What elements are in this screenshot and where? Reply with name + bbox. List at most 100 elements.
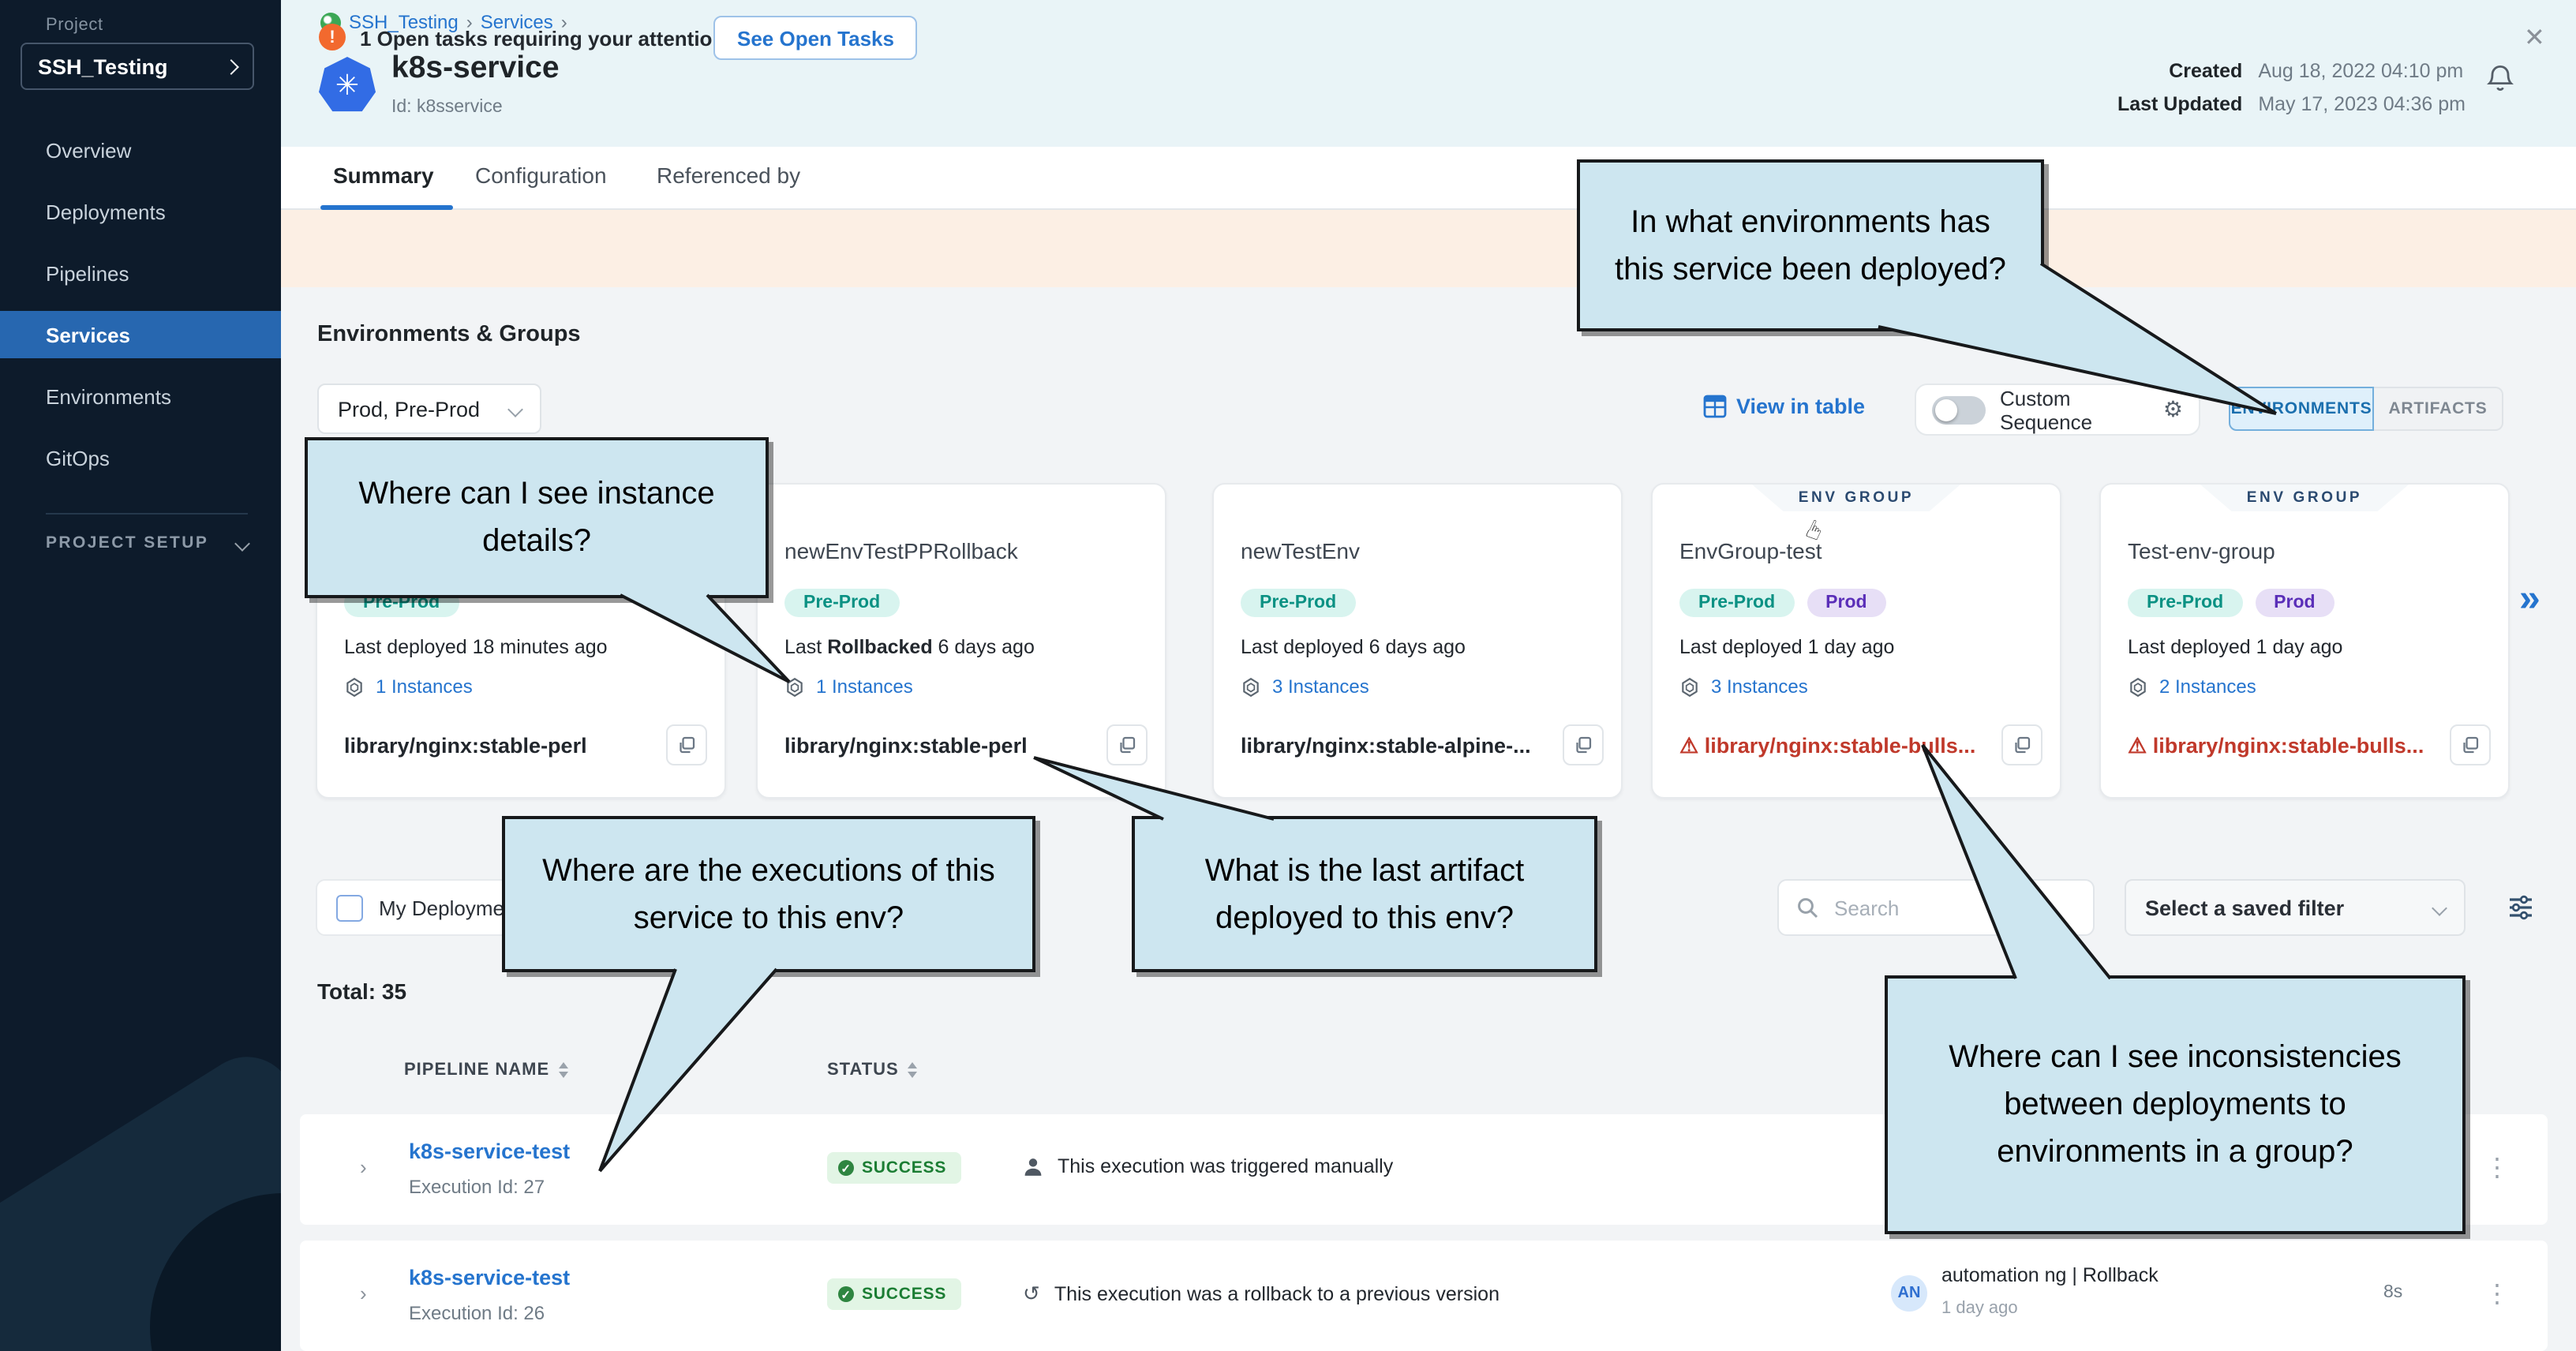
- trigger-note: This execution was triggered manually: [1023, 1155, 1393, 1177]
- sidebar-item-overview[interactable]: Overview: [0, 126, 281, 174]
- chevron-right-icon: [223, 58, 239, 74]
- custom-sequence-toggle[interactable]: [1932, 395, 1986, 424]
- env-card[interactable]: newTestEnv Pre-Prod Last deployed 6 days…: [1212, 483, 1623, 799]
- instances-count: 1 Instances: [376, 676, 473, 698]
- expand-chevron-icon[interactable]: ›: [360, 1155, 367, 1179]
- copy-artifact-button[interactable]: [2001, 724, 2042, 765]
- sidebar-item-deployments[interactable]: Deployments: [0, 188, 281, 235]
- trigger-source: automation ng | Rollback: [1941, 1264, 2159, 1286]
- gear-icon[interactable]: ⚙: [2163, 396, 2183, 423]
- sort-icon: [908, 1062, 918, 1078]
- project-setup-label: PROJECT SETUP: [46, 533, 208, 552]
- trigger-time: 1 day ago: [1941, 1299, 2018, 1318]
- see-open-tasks-button[interactable]: See Open Tasks: [713, 16, 918, 60]
- success-check-icon: ✓: [838, 1286, 854, 1302]
- segment-artifacts[interactable]: ARTIFACTS: [2374, 387, 2503, 431]
- my-deployments-checkbox[interactable]: [336, 894, 363, 921]
- copy-artifact-button[interactable]: [1106, 724, 1148, 765]
- instances-icon: [2128, 676, 2148, 697]
- env-card[interactable]: newEnvTestPPRollback Pre-Prod Last Rollb…: [756, 483, 1166, 799]
- notifications-bell-icon[interactable]: [2484, 63, 2516, 103]
- saved-filter-value: Select a saved filter: [2145, 896, 2344, 919]
- warning-triangle-icon: ⚠: [2128, 734, 2147, 758]
- project-selector[interactable]: SSH_Testing: [21, 43, 254, 90]
- last-deployed-text: Last Rollbacked 6 days ago: [784, 636, 1035, 658]
- callout-artifact-question: What is the last artifact deployed to th…: [1132, 816, 1597, 972]
- env-type-filter-value: Prod, Pre-Prod: [338, 397, 480, 421]
- row-menu-kebab-icon[interactable]: ⋮: [2484, 1278, 2510, 1310]
- chevron-down-icon: [234, 535, 250, 551]
- instances-link[interactable]: 2 Instances: [2128, 676, 2256, 698]
- updated-value: May 17, 2023 04:36 pm: [2258, 93, 2466, 115]
- env-badge-preprod: Pre-Prod: [1241, 589, 1355, 617]
- copy-artifact-button[interactable]: [2450, 724, 2491, 765]
- instances-icon: [1679, 676, 1700, 697]
- instances-link[interactable]: 1 Instances: [344, 676, 473, 698]
- sidebar-item-environments[interactable]: Environments: [0, 372, 281, 420]
- saved-filter-dropdown[interactable]: Select a saved filter: [2125, 879, 2466, 936]
- env-group-tab: ENV GROUP: [1752, 485, 1960, 511]
- env-group-card[interactable]: ENV GROUP Test-env-group Pre-Prod Prod L…: [2099, 483, 2510, 799]
- callout-instance-details-question: Where can I see instance details?: [305, 437, 769, 598]
- duration: 8s: [2383, 1283, 2402, 1302]
- status-badge: ✓SUCCESS: [827, 1278, 960, 1310]
- env-group-card[interactable]: ENV GROUP EnvGroup-test Pre-Prod Prod La…: [1651, 483, 2061, 799]
- instances-link[interactable]: 3 Instances: [1679, 676, 1808, 698]
- search-box[interactable]: [1777, 879, 2095, 936]
- last-deployed-text: Last deployed 1 day ago: [2128, 636, 2342, 658]
- tab-configuration[interactable]: Configuration: [475, 163, 607, 188]
- project-name: SSH_Testing: [38, 54, 168, 78]
- instances-link[interactable]: 3 Instances: [1241, 676, 1369, 698]
- total-count: Total: 35: [317, 979, 406, 1004]
- app-window: Project SSH_Testing Overview Deployments…: [0, 0, 2576, 1351]
- expand-chevron-icon[interactable]: ›: [360, 1282, 367, 1305]
- custom-sequence-label: Custom Sequence: [2000, 386, 2149, 433]
- copy-artifact-button[interactable]: [666, 724, 707, 765]
- execution-row[interactable]: › k8s-service-test Execution Id: 26 ✓SUC…: [300, 1241, 2548, 1351]
- filter-settings-icon[interactable]: [2507, 893, 2535, 930]
- row-menu-kebab-icon[interactable]: ⋮: [2484, 1152, 2510, 1184]
- search-input[interactable]: [1831, 894, 2074, 921]
- instances-count: 3 Instances: [1711, 676, 1808, 698]
- project-section-label: Project: [46, 16, 103, 35]
- open-tasks-banner: [281, 210, 2576, 287]
- sidebar-item-services[interactable]: Services: [0, 311, 281, 358]
- success-check-icon: ✓: [838, 1160, 854, 1176]
- created-label: Created: [2117, 60, 2242, 82]
- copy-artifact-button[interactable]: [1563, 724, 1604, 765]
- pipeline-name-link[interactable]: k8s-service-test: [409, 1266, 570, 1289]
- chevron-down-icon: [2432, 900, 2447, 915]
- table-icon: [1703, 395, 1727, 418]
- callout-environments-question: In what environments has this service be…: [1577, 159, 2044, 331]
- segment-environments[interactable]: ENVIRONMENTS: [2229, 387, 2374, 431]
- scroll-right-chevrons[interactable]: »: [2519, 578, 2540, 622]
- sidebar: Project SSH_Testing Overview Deployments…: [0, 0, 281, 1351]
- sidebar-item-gitops[interactable]: GitOps: [0, 434, 281, 481]
- env-badge-preprod: Pre-Prod: [784, 589, 899, 617]
- last-deployed-text: Last deployed 1 day ago: [1679, 636, 1894, 658]
- sort-icon: [559, 1062, 568, 1078]
- project-setup-toggle[interactable]: PROJECT SETUP: [46, 533, 248, 552]
- search-icon: [1796, 896, 1818, 919]
- tab-referenced-by[interactable]: Referenced by: [657, 163, 800, 188]
- sidebar-item-pipelines[interactable]: Pipelines: [0, 249, 281, 297]
- env-card-title: EnvGroup-test: [1679, 538, 1822, 563]
- artifact-name: library/nginx:stable-perl: [344, 734, 587, 758]
- env-card-title: Test-env-group: [2128, 538, 2275, 563]
- env-badge-prod: Prod: [2255, 589, 2334, 617]
- instances-link[interactable]: 1 Instances: [784, 676, 913, 698]
- env-type-filter-dropdown[interactable]: Prod, Pre-Prod: [317, 384, 541, 434]
- close-icon[interactable]: ✕: [2524, 22, 2545, 54]
- env-card-title: newTestEnv: [1241, 538, 1360, 563]
- pipeline-name-link[interactable]: k8s-service-test: [409, 1140, 570, 1163]
- created-value: Aug 18, 2022 04:10 pm: [2258, 60, 2466, 82]
- page-title: k8s-service: [391, 51, 560, 87]
- status-badge: ✓SUCCESS: [827, 1152, 960, 1184]
- column-header-pipeline-name[interactable]: PIPELINE NAME: [404, 1061, 568, 1080]
- tab-summary[interactable]: Summary: [333, 163, 434, 188]
- env-badge-prod: Prod: [1807, 589, 1885, 617]
- view-in-table-link[interactable]: View in table: [1703, 395, 1865, 418]
- artifact-name-warning: ⚠ library/nginx:stable-bulls...: [2128, 734, 2424, 759]
- artifact-name-warning: ⚠ library/nginx:stable-bulls...: [1679, 734, 1975, 759]
- column-header-status[interactable]: STATUS: [827, 1061, 918, 1080]
